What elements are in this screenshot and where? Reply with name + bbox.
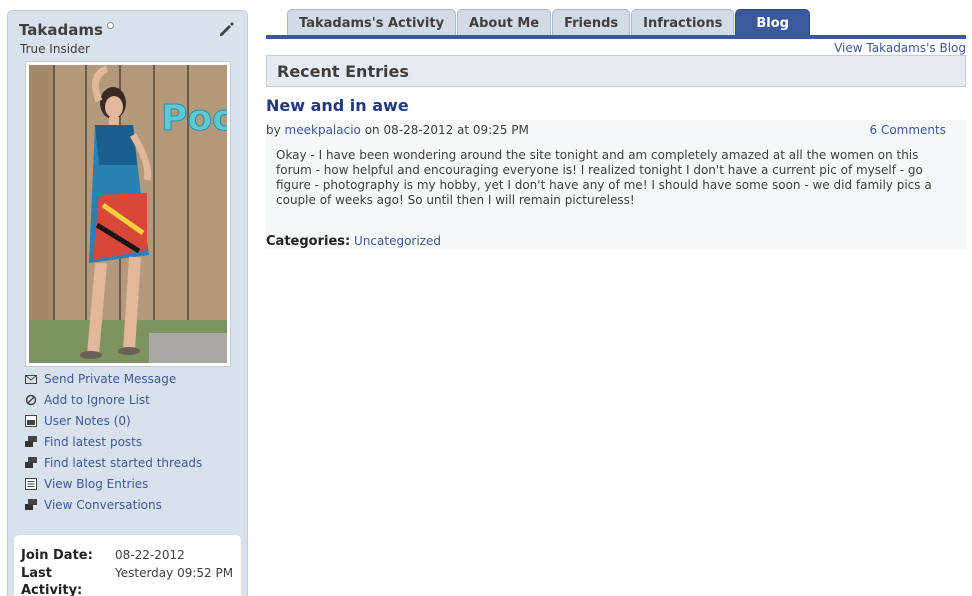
username-text: Takadams [19, 21, 103, 39]
recent-entries-header: Recent Entries [266, 55, 966, 87]
tab-blog[interactable]: Blog [735, 9, 810, 36]
last-activity-value: Yesterday 09:52 PM [115, 566, 234, 580]
tab-friends[interactable]: Friends [552, 9, 631, 36]
entry-body: Okay - I have been wondering around the … [276, 148, 932, 207]
action-link[interactable]: View Blog Entries [44, 477, 148, 491]
pencil-edit-icon[interactable] [216, 19, 236, 39]
entry-categories: Categories: Uncategorized [266, 234, 441, 249]
envelope-icon [25, 374, 37, 384]
action-link[interactable]: Find latest started threads [44, 456, 202, 470]
author-link[interactable]: meekpalacio [285, 123, 361, 137]
blog-entry-title[interactable]: New and in awe [266, 96, 409, 115]
profile-username: Takadams [19, 21, 114, 39]
action-link[interactable]: Find latest posts [44, 435, 142, 449]
profile-tabs: Takadams's Activity About Me Friends Inf… [287, 9, 811, 36]
threads-icon [25, 456, 37, 468]
category-link[interactable]: Uncategorized [354, 234, 441, 248]
blog-entry: by meekpalacio on 08-28-2012 at 09:25 PM… [266, 120, 966, 249]
comments-link[interactable]: 6 Comments [870, 123, 947, 137]
user-title: True Insider [20, 42, 90, 56]
last-activity-label-line1: Last [21, 566, 53, 581]
join-date-value: 08-22-2012 [115, 548, 185, 562]
offline-status-icon [106, 22, 114, 29]
block-icon [25, 394, 37, 405]
avatar-frame: Pool [25, 61, 231, 367]
posts-icon [25, 435, 37, 447]
last-activity-label-line2: Activity: [21, 583, 83, 596]
action-add-to-ignore-list[interactable]: Add to Ignore List [25, 389, 202, 410]
byline-by: by [266, 123, 281, 137]
view-blog-link[interactable]: View Takadams's Blog [834, 41, 966, 55]
action-link[interactable]: User Notes (0) [44, 414, 131, 428]
profile-info-box: Join Date: 08-22-2012 Last Activity: Yes… [14, 535, 241, 596]
tab-about-me[interactable]: About Me [457, 9, 552, 36]
action-find-latest-started-threads[interactable]: Find latest started threads [25, 452, 202, 473]
categories-label: Categories: [266, 234, 351, 249]
tab-bar-underline [266, 35, 966, 39]
notes-icon [25, 414, 37, 427]
profile-sidebar: Takadams True Insider Pool [7, 10, 248, 596]
action-user-notes[interactable]: User Notes (0) [25, 410, 202, 431]
tab-activity[interactable]: Takadams's Activity [287, 9, 457, 36]
join-date-label: Join Date: [21, 548, 93, 563]
action-view-conversations[interactable]: View Conversations [25, 494, 202, 515]
entry-byline: by meekpalacio on 08-28-2012 at 09:25 PM [266, 123, 529, 137]
action-link[interactable]: Send Private Message [44, 372, 176, 386]
conversations-icon [25, 498, 37, 510]
profile-actions: Send Private Message Add to Ignore List … [25, 368, 202, 515]
action-view-blog-entries[interactable]: View Blog Entries [25, 473, 202, 494]
blog-icon [25, 477, 37, 490]
svg-text:Pool: Pool [161, 98, 227, 139]
entry-date: on 08-28-2012 at 09:25 PM [364, 123, 529, 137]
action-find-latest-posts[interactable]: Find latest posts [25, 431, 202, 452]
action-link[interactable]: Add to Ignore List [44, 393, 150, 407]
tab-infractions[interactable]: Infractions [631, 9, 735, 36]
section-title: Recent Entries [277, 61, 409, 81]
action-send-private-message[interactable]: Send Private Message [25, 368, 202, 389]
avatar[interactable]: Pool [29, 65, 227, 363]
action-link[interactable]: View Conversations [44, 498, 162, 512]
